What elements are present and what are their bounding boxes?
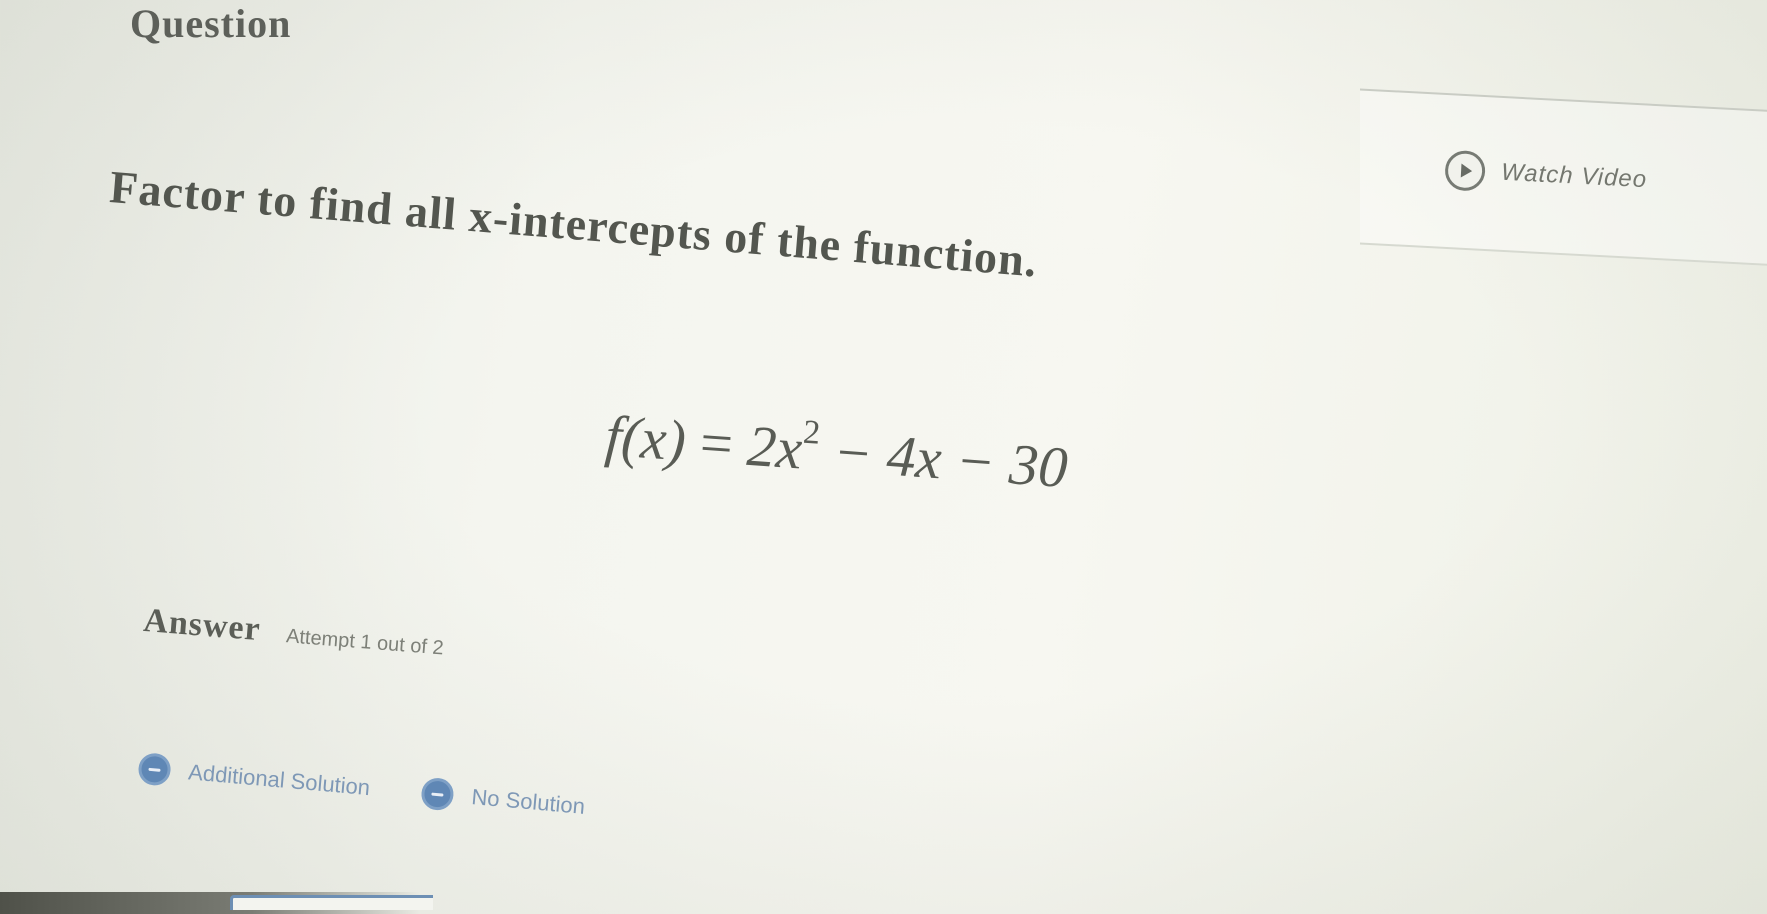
answer-header: Answer Attempt 1 out of 2: [142, 602, 445, 664]
equation-lhs: f(x): [603, 402, 689, 474]
answer-title: Answer: [142, 602, 263, 649]
equation-term1: 2x: [745, 412, 805, 482]
equation-exponent: 2: [801, 413, 822, 452]
no-solution-label: No Solution: [470, 784, 587, 819]
attempt-counter: Attempt 1 out of 2: [285, 625, 445, 660]
function-equation: f(x) = 2x2 − 4x − 30: [603, 400, 1070, 501]
additional-solution-button[interactable]: Additional Solution: [137, 752, 371, 804]
section-title: Question: [130, 1, 292, 46]
solution-options: Additional Solution No Solution: [137, 752, 586, 823]
equation-rest: − 4x − 30: [831, 418, 1070, 501]
question-prompt: Factor to find all x-intercepts of the f…: [107, 160, 1040, 287]
minus-circle-icon: [420, 776, 456, 812]
additional-solution-label: Additional Solution: [187, 759, 372, 801]
no-solution-button[interactable]: No Solution: [420, 776, 587, 823]
watch-video-label: Watch Video: [1500, 158, 1648, 194]
equation-equals: =: [698, 409, 736, 477]
answer-input-field[interactable]: [230, 895, 433, 910]
play-circle-icon: [1444, 149, 1487, 192]
minus-circle-icon: [137, 752, 172, 787]
